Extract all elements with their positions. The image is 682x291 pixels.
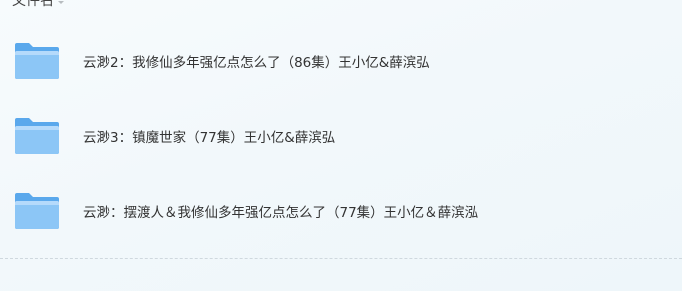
column-header-label: 文件名 bbox=[12, 0, 54, 9]
file-name[interactable]: 云渺2：我修仙多年强亿点怎么了（86集）王小亿&薛滨弘 bbox=[83, 51, 430, 71]
file-name[interactable]: 云渺3：镇魔世家（77集）王小亿&薛滨弘 bbox=[83, 126, 335, 146]
column-header[interactable]: 文件名 bbox=[12, 0, 65, 9]
folder-icon[interactable] bbox=[13, 116, 61, 156]
folder-icon[interactable] bbox=[13, 41, 61, 81]
sort-icon[interactable] bbox=[57, 0, 65, 5]
list-divider bbox=[0, 258, 682, 259]
file-row[interactable]: 云渺2：我修仙多年强亿点怎么了（86集）王小亿&薛滨弘 bbox=[0, 31, 682, 91]
file-row[interactable]: 云渺3：镇魔世家（77集）王小亿&薛滨弘 bbox=[0, 106, 682, 166]
file-row[interactable]: 云渺：摆渡人＆我修仙多年强亿点怎么了（77集）王小亿＆薛滨泓 bbox=[0, 181, 682, 241]
file-name[interactable]: 云渺：摆渡人＆我修仙多年强亿点怎么了（77集）王小亿＆薛滨泓 bbox=[83, 201, 478, 221]
folder-icon[interactable] bbox=[13, 191, 61, 231]
